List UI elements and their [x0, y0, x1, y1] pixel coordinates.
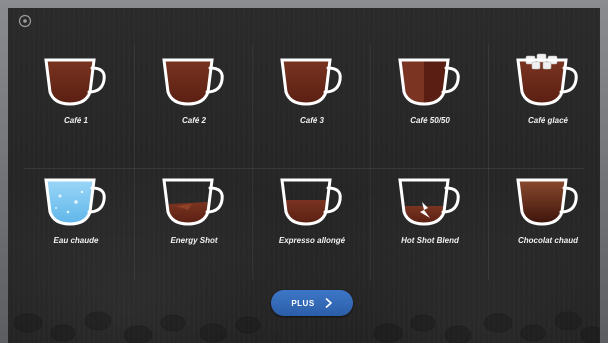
drink-button[interactable]: Café glacé [490, 52, 600, 162]
drink-label: Café 2 [181, 116, 206, 125]
drink-label: Chocolat chaud [517, 236, 578, 245]
drink-label: Energy Shot [170, 236, 218, 245]
drink-label: Café glacé [527, 116, 569, 125]
cup-icon [162, 58, 224, 106]
drink-button[interactable]: Café 3 [254, 52, 370, 162]
drink-label: Hot Shot Blend [401, 236, 459, 245]
settings-icon[interactable] [18, 14, 32, 28]
column-divider [370, 44, 371, 280]
drink-button[interactable]: Café 50/50 [372, 52, 488, 162]
device-frame: Café 1 Café 2 Café 3 Café 50/50 Café glacé Ea… [0, 0, 608, 343]
row-divider [24, 168, 584, 169]
cup-icon [44, 178, 106, 226]
column-divider [488, 44, 489, 280]
drink-button[interactable]: Expresso allongé [254, 172, 370, 282]
plus-button-label: PLUS [291, 298, 315, 308]
cup-icon [398, 58, 460, 106]
column-divider [134, 44, 135, 280]
cup-icon [516, 53, 578, 106]
plus-button[interactable]: PLUS [271, 290, 353, 316]
drink-button[interactable]: Eau chaude [18, 172, 134, 282]
chevron-right-icon [325, 298, 332, 308]
drink-button[interactable]: Chocolat chaud [490, 172, 600, 282]
column-divider [252, 44, 253, 280]
drink-button[interactable]: Café 2 [136, 52, 252, 162]
cup-icon [398, 178, 460, 226]
drink-button[interactable]: Energy Shot [136, 172, 252, 282]
drink-menu-screen: Café 1 Café 2 Café 3 Café 50/50 Café glacé Ea… [8, 8, 600, 343]
drink-label: Café 3 [299, 116, 324, 125]
drink-button[interactable]: Hot Shot Blend [372, 172, 488, 282]
cup-icon [162, 178, 224, 226]
cup-icon [280, 58, 342, 106]
drink-button[interactable]: Café 1 [18, 52, 134, 162]
cup-icon [280, 178, 342, 226]
drink-label: Café 50/50 [410, 116, 450, 125]
drink-label: Café 1 [63, 116, 88, 125]
drink-label: Expresso allongé [278, 236, 346, 245]
drink-label: Eau chaude [53, 236, 99, 245]
cup-icon [516, 178, 578, 226]
cup-icon [44, 58, 106, 106]
